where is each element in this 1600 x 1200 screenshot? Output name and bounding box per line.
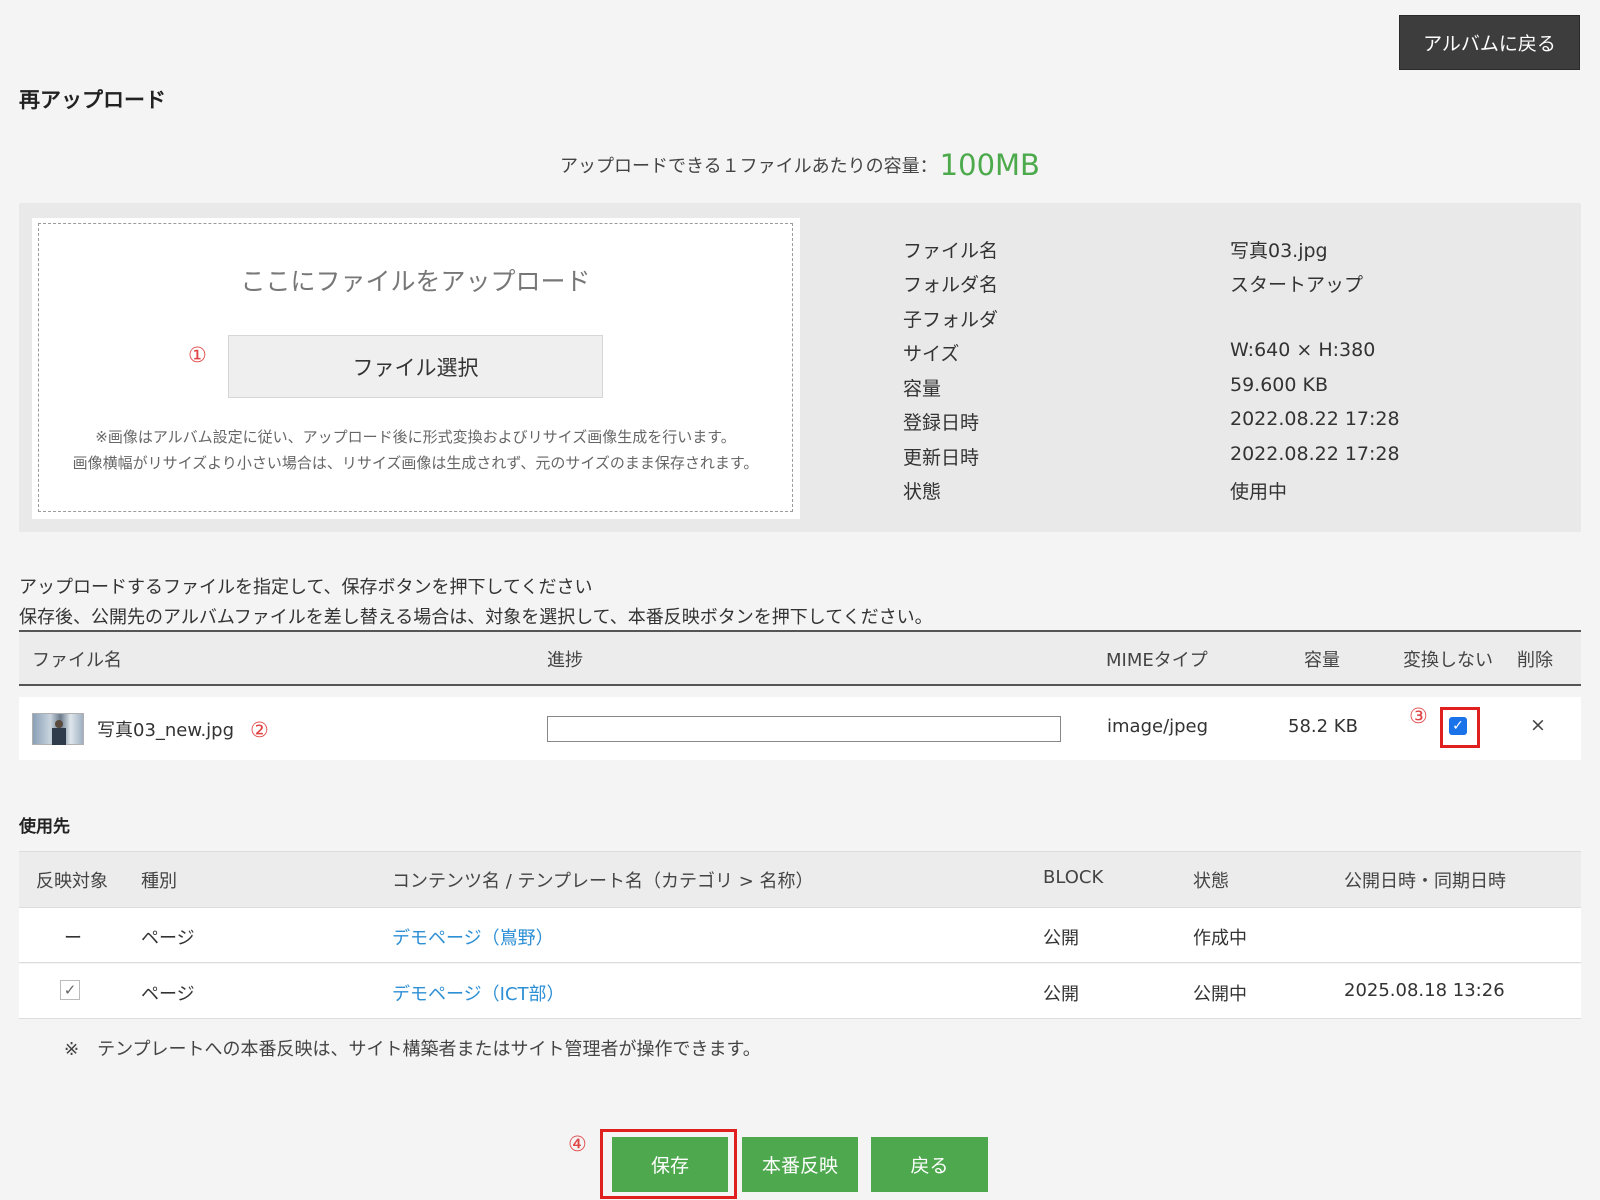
info-value-filename: 写真03.jpg <box>1230 240 1328 262</box>
col-filename: ファイル名 <box>32 650 122 671</box>
marker-4: ④ <box>568 1132 587 1156</box>
col-content: コンテンツ名 / テンプレート名（カテゴリ > 名称） <box>392 871 814 892</box>
status-cell: 公開中 <box>1193 984 1247 1005</box>
type-cell: ページ <box>141 984 195 1005</box>
dropzone-title: ここにファイルをアップロード <box>240 267 591 296</box>
info-value-status: 使用中 <box>1230 481 1288 503</box>
capacity-label: アップロードできる１ファイルあたりの容量： <box>560 156 938 177</box>
thumbnail-person-body <box>52 728 66 745</box>
block-cell: 公開 <box>1043 928 1079 949</box>
file-thumbnail <box>32 713 84 745</box>
dropzone-note-2: 画像横幅がリサイズより小さい場合は、リサイズ画像は生成されず、元のサイズのまま保… <box>72 454 759 472</box>
file-table-header <box>19 630 1581 686</box>
col-type: 種別 <box>141 871 177 892</box>
publish-button[interactable]: 本番反映 <box>742 1137 858 1192</box>
info-label-folder: フォルダ名 <box>903 274 999 296</box>
content-link[interactable]: デモページ（嶌野） <box>392 924 554 950</box>
col-mime: MIMEタイプ <box>1106 650 1208 671</box>
instruction-line-2: 保存後、公開先のアルバムファイルを差し替える場合は、対象を選択して、本番反映ボタ… <box>19 607 933 628</box>
col-target: 反映対象 <box>36 871 108 892</box>
col-status: 状態 <box>1193 871 1229 892</box>
info-label-dimensions: サイズ <box>903 343 960 365</box>
save-button[interactable]: 保存 <box>612 1137 728 1192</box>
size-cell: 58.2 KB <box>1288 716 1358 737</box>
col-delete: 削除 <box>1517 650 1553 671</box>
info-value-folder: スタートアップ <box>1230 274 1364 296</box>
delete-file-icon[interactable]: × <box>1530 714 1546 736</box>
dropzone-note-1: ※画像はアルバム設定に従い、アップロード後に形式変換およびリサイズ画像生成を行い… <box>95 428 736 446</box>
capacity-value: 100MB <box>939 148 1040 182</box>
no-convert-checkbox[interactable]: ✓ <box>1449 717 1467 735</box>
instruction-line-1: アップロードするファイルを指定して、保存ボタンを押下してください <box>19 577 593 598</box>
info-label-filesize: 容量 <box>903 378 942 400</box>
back-to-album-button[interactable]: アルバムに戻る <box>1399 15 1580 70</box>
info-label-status: 状態 <box>903 481 942 503</box>
marker-1: ① <box>188 343 207 367</box>
col-date: 公開日時・同期日時 <box>1344 871 1506 892</box>
status-cell: 作成中 <box>1193 928 1247 949</box>
marker-2: ② <box>250 718 269 742</box>
col-progress: 進捗 <box>547 650 583 671</box>
table-row <box>19 908 1581 963</box>
mime-cell: image/jpeg <box>1107 716 1209 737</box>
usage-section-title: 使用先 <box>19 817 70 837</box>
info-label-subfolder: 子フォルダ <box>903 309 999 331</box>
col-no-convert: 変換しない <box>1403 650 1493 671</box>
content-link[interactable]: デモページ（ICT部） <box>392 980 565 1006</box>
reflect-target-checkbox[interactable]: ✓ <box>60 980 80 1000</box>
type-cell: ページ <box>141 928 195 949</box>
upload-progress-bar <box>547 716 1061 742</box>
info-label-filename: ファイル名 <box>903 240 999 262</box>
back-button[interactable]: 戻る <box>871 1137 988 1192</box>
info-value-dimensions: W:640 × H:380 <box>1230 339 1376 361</box>
target-dash: ー <box>64 928 82 949</box>
block-cell: 公開 <box>1043 984 1079 1005</box>
thumbnail-person-head <box>55 720 63 728</box>
info-value-filesize: 59.600 KB <box>1230 374 1329 396</box>
marker-3: ③ <box>1409 704 1428 728</box>
file-select-button[interactable]: ファイル選択 <box>228 335 603 398</box>
info-label-registered: 登録日時 <box>903 412 980 434</box>
capacity-info: アップロードできる１ファイルあたりの容量：100MB <box>0 148 1600 182</box>
date-cell: 2025.08.18 13:26 <box>1344 980 1505 1001</box>
page-title: 再アップロード <box>19 88 166 112</box>
file-name-cell: 写真03_new.jpg <box>97 720 235 741</box>
template-footnote: ※ テンプレートへの本番反映は、サイト構築者またはサイト管理者が操作できます。 <box>64 1039 761 1060</box>
col-size: 容量 <box>1304 650 1340 671</box>
info-label-updated: 更新日時 <box>903 447 980 469</box>
info-value-registered: 2022.08.22 17:28 <box>1230 408 1400 430</box>
info-value-updated: 2022.08.22 17:28 <box>1230 443 1400 465</box>
col-block: BLOCK <box>1043 867 1104 888</box>
